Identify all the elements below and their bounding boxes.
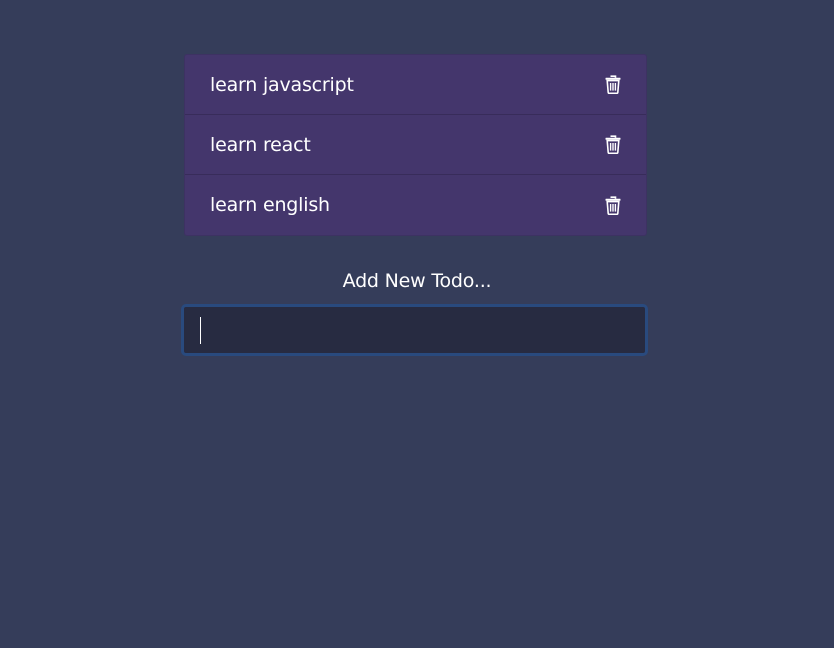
- delete-todo-button[interactable]: [603, 74, 623, 96]
- todo-item: learn react: [185, 115, 646, 175]
- add-todo-field[interactable]: [181, 304, 648, 356]
- add-todo-label: Add New Todo...: [342, 270, 492, 292]
- todo-list: learn javascript learn react learn engli…: [184, 54, 647, 236]
- todo-item: learn javascript: [185, 55, 646, 115]
- text-caret: [200, 317, 201, 344]
- delete-todo-button[interactable]: [603, 134, 623, 156]
- trash-icon: [605, 195, 621, 215]
- todo-text: learn react: [210, 133, 311, 156]
- todo-text: learn english: [210, 194, 330, 216]
- todo-text: learn javascript: [210, 73, 354, 96]
- trash-icon: [605, 135, 621, 154]
- add-todo-input[interactable]: [184, 307, 645, 353]
- todo-item: learn english: [185, 175, 646, 235]
- delete-todo-button[interactable]: [603, 194, 623, 216]
- trash-icon: [605, 75, 621, 94]
